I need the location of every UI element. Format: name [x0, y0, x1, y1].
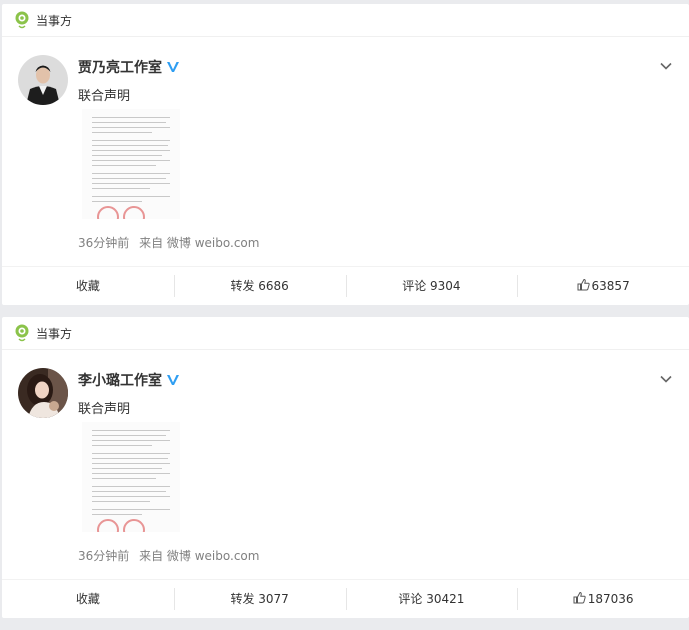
account-name[interactable]: 李小璐工作室: [78, 370, 162, 390]
seal-icon: [97, 206, 145, 219]
comment-button[interactable]: 评论 30421: [345, 588, 518, 610]
collect-button[interactable]: 收藏: [2, 588, 174, 610]
avatar[interactable]: [18, 55, 68, 105]
repost-button[interactable]: 转发 6686: [173, 275, 346, 297]
location-tag-icon: [15, 324, 29, 342]
location-tag-icon: [15, 11, 29, 29]
thumbs-up-icon: [573, 591, 586, 604]
statement-image[interactable]: [82, 109, 180, 219]
post-tag-label: 当事方: [36, 326, 73, 341]
verified-icon: [167, 375, 179, 385]
post-text: 联合声明: [78, 89, 131, 104]
post-source: 来自 微博 weibo.com: [139, 236, 260, 250]
like-button[interactable]: 63857: [517, 275, 689, 297]
like-count: 187036: [587, 592, 634, 606]
post-time[interactable]: 36分钟前: [78, 549, 129, 563]
verified-icon: [167, 62, 179, 72]
comment-button[interactable]: 评论 9304: [345, 275, 518, 297]
post-time[interactable]: 36分钟前: [78, 236, 129, 250]
post-tag-label: 当事方: [36, 13, 73, 28]
post-text: 联合声明: [78, 402, 131, 417]
repost-button[interactable]: 转发 3077: [173, 588, 346, 610]
statement-image[interactable]: [82, 422, 180, 532]
post-tag-header: 当事方: [2, 4, 689, 37]
seal-icon: [97, 519, 145, 532]
collect-button[interactable]: 收藏: [2, 275, 174, 297]
chevron-down-icon[interactable]: [659, 59, 673, 73]
post-meta: 36分钟前 来自 微博 weibo.com: [78, 234, 265, 251]
post-meta: 36分钟前 来自 微博 weibo.com: [78, 547, 265, 564]
like-count: 63857: [591, 279, 630, 293]
post-tag-header: 当事方: [2, 317, 689, 350]
avatar[interactable]: [18, 368, 68, 418]
post-source: 来自 微博 weibo.com: [139, 549, 260, 563]
action-bar: 收藏 转发 3077 评论 30421 187036: [2, 579, 689, 618]
weibo-post: 当事方 贾乃亮工作室 联合声明 36分钟前 来自 微博 weibo.com 收藏…: [2, 4, 689, 305]
thumbs-up-icon: [577, 278, 590, 291]
like-button[interactable]: 187036: [517, 588, 689, 610]
chevron-down-icon[interactable]: [659, 372, 673, 386]
weibo-post: 当事方 李小璐工作室 联合声明 36分钟前 来自 微博 weibo.com 收藏…: [2, 317, 689, 618]
action-bar: 收藏 转发 6686 评论 9304 63857: [2, 266, 689, 305]
account-name[interactable]: 贾乃亮工作室: [78, 57, 162, 77]
